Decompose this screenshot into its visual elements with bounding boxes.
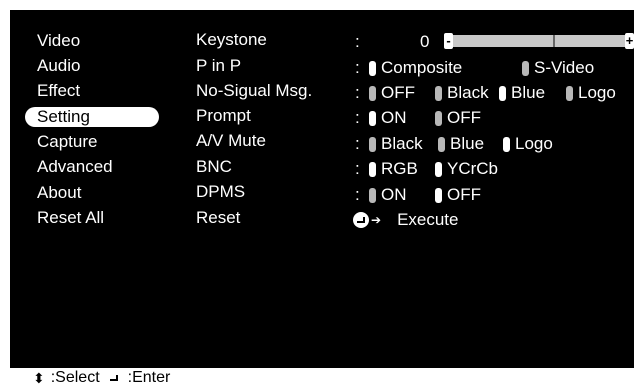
option-on[interactable]: ON xyxy=(369,185,407,205)
colon: : xyxy=(355,134,360,153)
plus-icon[interactable]: + xyxy=(625,33,634,49)
colon: : xyxy=(355,159,360,178)
option-label: OFF xyxy=(447,185,481,204)
menu-item-reset-all[interactable]: Reset All xyxy=(25,208,159,228)
option-label: OFF xyxy=(381,83,415,102)
arrow-right-icon: ➔ xyxy=(371,213,382,227)
option-rgb[interactable]: RGB xyxy=(369,159,418,179)
option-label: Logo xyxy=(578,83,616,102)
osd-panel: Video Audio Effect Setting Capture Advan… xyxy=(10,10,634,368)
keystone-value: 0 xyxy=(420,32,430,51)
option-off[interactable]: OFF xyxy=(369,83,415,103)
menu-item-advanced[interactable]: Advanced xyxy=(25,157,159,177)
option-logo[interactable]: Logo xyxy=(503,134,553,154)
select-hint: :Select xyxy=(50,369,100,386)
unselected-indicator-icon xyxy=(522,60,529,76)
option-label: ON xyxy=(381,108,407,127)
option-logo[interactable]: Logo xyxy=(566,83,616,103)
enter-icon xyxy=(353,212,369,228)
menu-item-capture[interactable]: Capture xyxy=(25,132,159,152)
colon: : xyxy=(355,108,360,127)
option-label: Blue xyxy=(450,134,485,153)
option-label: YCrCb xyxy=(447,159,499,178)
bnc-label: BNC xyxy=(196,157,232,176)
option-composite[interactable]: Composite xyxy=(369,58,462,78)
menu-item-setting[interactable]: Setting xyxy=(25,107,159,127)
av-mute-label: A/V Mute xyxy=(196,131,266,150)
option-off[interactable]: OFF xyxy=(435,108,481,128)
option-label: RGB xyxy=(381,159,418,178)
slider-track xyxy=(453,35,625,47)
selected-indicator-icon xyxy=(369,161,376,177)
option-label: ON xyxy=(381,185,407,204)
option-black[interactable]: Black xyxy=(435,83,489,103)
selected-indicator-icon xyxy=(503,136,510,152)
dpms-label: DPMS xyxy=(196,182,246,201)
menu-item-video[interactable]: Video xyxy=(25,31,159,51)
colon: : xyxy=(355,185,360,204)
option-black[interactable]: Black xyxy=(369,134,423,154)
unselected-indicator-icon xyxy=(369,187,376,203)
selected-indicator-icon xyxy=(435,187,442,203)
enter-hint: :Enter xyxy=(127,369,171,386)
selected-indicator-icon xyxy=(369,110,376,126)
footer-hints: ⬍ :Select :Enter xyxy=(33,368,170,388)
minus-icon[interactable]: - xyxy=(444,33,453,49)
unselected-indicator-icon xyxy=(435,85,442,101)
selected-indicator-icon xyxy=(499,85,506,101)
no-signal-label: No-Sigual Msg. xyxy=(196,81,313,100)
prompt-label: Prompt xyxy=(196,106,251,125)
option-off[interactable]: OFF xyxy=(435,185,481,205)
option-s-video[interactable]: S-Video xyxy=(522,58,594,78)
selected-indicator-icon xyxy=(435,161,442,177)
menu-item-effect[interactable]: Effect xyxy=(25,81,159,101)
execute-label: Execute xyxy=(397,210,459,229)
option-label: Black xyxy=(447,83,489,102)
unselected-indicator-icon xyxy=(369,136,376,152)
option-label: S-Video xyxy=(534,58,595,77)
execute-button[interactable]: ➔ Execute xyxy=(353,210,459,230)
colon: : xyxy=(355,58,360,77)
unselected-indicator-icon xyxy=(435,110,442,126)
option-label: Logo xyxy=(515,134,553,153)
enter-icon xyxy=(105,370,122,386)
reset-label: Reset xyxy=(196,208,241,227)
option-label: Composite xyxy=(381,58,463,77)
keystone-label: Keystone xyxy=(196,30,267,49)
menu-item-about[interactable]: About xyxy=(25,183,159,203)
unselected-indicator-icon xyxy=(438,136,445,152)
slider-knob[interactable] xyxy=(552,35,555,47)
option-blue[interactable]: Blue xyxy=(499,83,545,103)
option-blue[interactable]: Blue xyxy=(438,134,484,154)
up-down-arrow-icon: ⬍ xyxy=(33,370,45,386)
colon: : xyxy=(355,83,360,102)
keystone-slider[interactable]: - + xyxy=(444,33,634,49)
selected-indicator-icon xyxy=(369,60,376,76)
pinp-label: P in P xyxy=(196,56,242,75)
option-on[interactable]: ON xyxy=(369,108,407,128)
option-label: OFF xyxy=(447,108,481,127)
option-ycrcb[interactable]: YCrCb xyxy=(435,159,498,179)
option-label: Blue xyxy=(511,83,546,102)
colon: : xyxy=(355,32,360,51)
menu-item-audio[interactable]: Audio xyxy=(25,56,159,76)
unselected-indicator-icon xyxy=(369,85,376,101)
option-label: Black xyxy=(381,134,423,153)
unselected-indicator-icon xyxy=(566,85,573,101)
